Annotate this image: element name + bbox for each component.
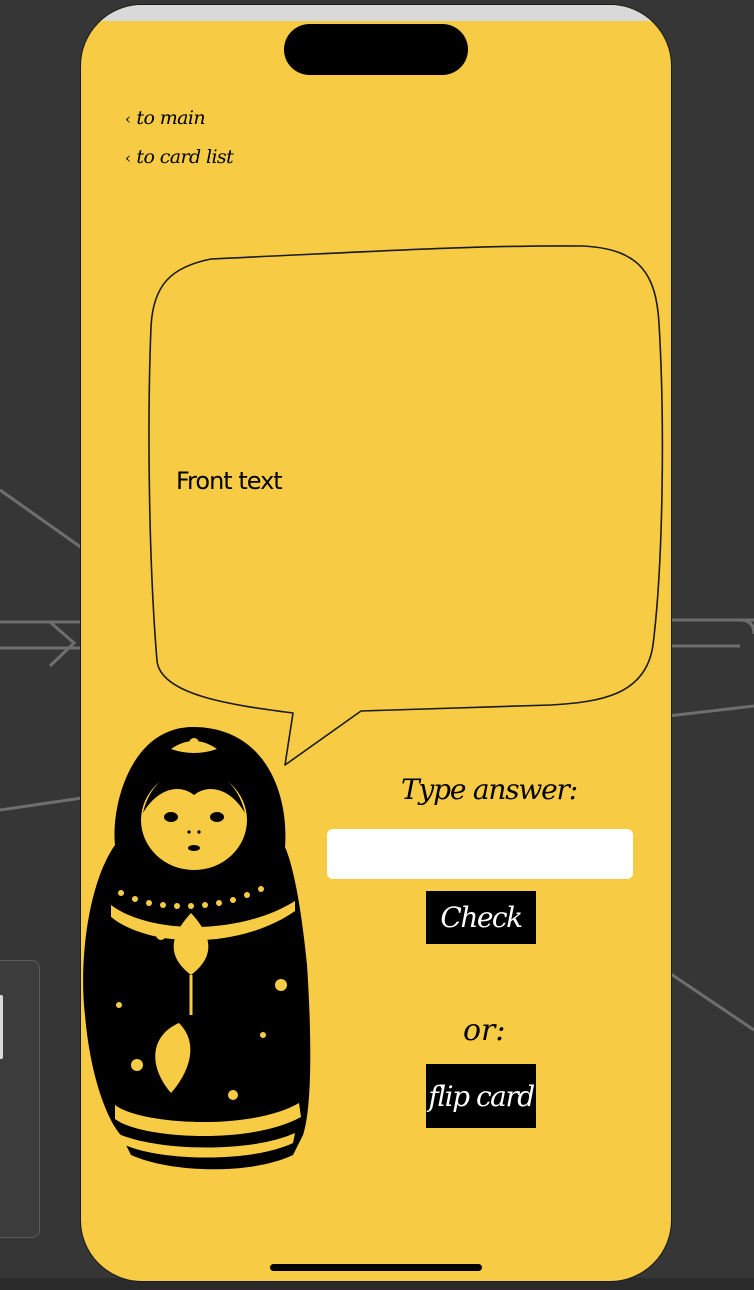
side-panel <box>0 960 40 1238</box>
check-button[interactable]: Check <box>426 891 536 944</box>
side-panel-tab <box>0 995 3 1059</box>
phone-screen: ‹ to main ‹ to card list Front text Type… <box>80 4 672 1282</box>
type-answer-label: Type answer: <box>401 773 578 806</box>
answer-input[interactable] <box>327 829 633 879</box>
flip-card-button[interactable]: flip card <box>426 1064 536 1128</box>
or-label: or: <box>463 1013 506 1048</box>
home-indicator <box>270 1264 482 1271</box>
matryoshka-doll-illustration <box>83 727 311 1170</box>
